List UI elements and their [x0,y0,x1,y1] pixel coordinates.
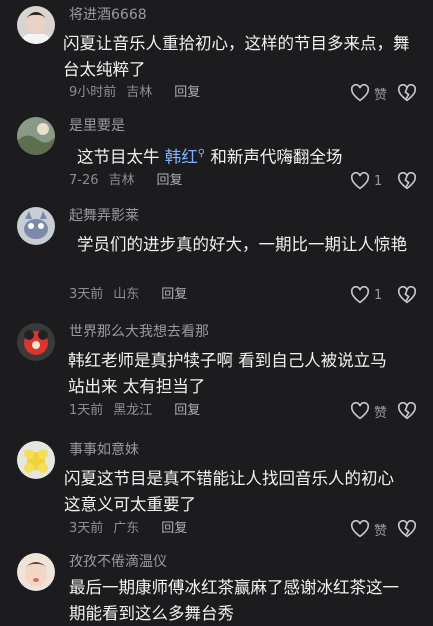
timestamp: 3天前 [69,287,104,302]
like-area: 赞 [350,401,417,421]
location: 吉林 [126,85,153,100]
reply-button[interactable]: 回复 [161,521,187,536]
comment-text: 闪夏让音乐人重拾初心，这样的节目多来点，舞台太纯粹了 [63,34,410,79]
timestamp: 1天前 [69,403,104,418]
comment-text: 最后一期康师傅冰红茶赢麻了感谢冰红茶这一期能看到这么多舞台秀 [69,578,399,623]
comment-item: 世界那么大我想去看那 韩红老师是真护犊子啊 看到自己人被说立马站出来 太有担当了… [0,323,433,423]
comment-text: 闪夏这节目是真不错能让人找回音乐人的初心这意义可太重要了 [64,469,394,514]
comment-feed: 将进酒6668 闪夏让音乐人重拾初心，这样的节目多来点，舞台太纯粹了 9小时前吉… [0,0,433,626]
timestamp: 9小时前 [69,85,117,100]
avatar-image [17,117,55,155]
timestamp: 7-26 [69,173,99,188]
location: 广东 [113,521,140,536]
heart-outline-icon[interactable] [350,84,370,102]
avatar[interactable] [17,323,55,361]
username[interactable]: 将进酒6668 [69,6,147,24]
username[interactable]: 起舞弄影莱 [69,207,139,225]
avatar[interactable] [17,6,55,44]
comment-meta: 3天前 山东 回复 [69,286,197,304]
reply-button[interactable]: 回复 [174,403,200,418]
broken-heart-icon[interactable] [397,84,417,102]
reply-button[interactable]: 回复 [157,173,183,188]
avatar[interactable] [17,441,55,479]
reply-button[interactable]: 回复 [161,287,187,302]
broken-heart-icon[interactable] [397,172,417,190]
avatar-image [17,441,55,479]
avatar[interactable] [17,553,55,591]
avatar[interactable] [17,207,55,245]
search-icon: ⚲ [197,148,206,159]
username[interactable]: 世界那么大我想去看那 [69,323,209,341]
heart-outline-icon[interactable] [350,402,370,420]
like-area: 赞 [350,83,417,103]
location: 黑龙江 [113,403,153,418]
comment-text-part: 这节目太牛 [77,147,165,167]
username[interactable]: 孜孜不倦滴温仪 [69,553,167,571]
avatar-image [17,553,55,591]
comment-item: 将进酒6668 闪夏让音乐人重拾初心，这样的节目多来点，舞台太纯粹了 9小时前吉… [0,6,433,106]
username[interactable]: 是里要是 [69,117,125,135]
like-area: 赞 [350,519,417,539]
comment-text-part: 和新声代嗨翻全场 [205,147,343,167]
comment-meta: 3天前 广东 回复 [69,520,197,538]
like-area: 1 [350,171,417,191]
like-area: 1 [350,285,417,305]
avatar-image [17,323,55,361]
location: 吉林 [108,173,135,188]
comment-meta: 1天前 黑龙江 回复 [69,402,210,420]
comment-meta: 9小时前 吉林 回复 [69,84,210,102]
reply-button[interactable]: 回复 [174,85,200,100]
comment-item: 孜孜不倦滴温仪 最后一期康师傅冰红茶赢麻了感谢冰红茶这一期能看到这么多舞台秀 [0,553,433,626]
avatar-image [17,6,55,44]
comment-text: 这节目太牛 韩红⚲ 和新声代嗨翻全场 [77,141,427,171]
broken-heart-icon[interactable] [397,520,417,538]
comment-meta: 7-26 吉林 回复 [69,172,193,190]
avatar[interactable] [17,117,55,155]
avatar-image [17,207,55,245]
mention-link[interactable]: 韩红 [165,148,198,167]
location: 山东 [113,287,140,302]
comment-item: 是里要是 这节目太牛 韩红⚲ 和新声代嗨翻全场 7-26 吉林 回复 1 [0,117,433,197]
broken-heart-icon[interactable] [397,286,417,304]
heart-outline-icon[interactable] [350,286,370,304]
comment-text: 学员们的进步真的好大，一期比一期让人惊艳 [77,235,407,254]
comment-item: 起舞弄影莱 学员们的进步真的好大，一期比一期让人惊艳 3天前 山东 回复 1 [0,207,433,307]
comment-text: 韩红老师是真护犊子啊 看到自己人被说立马站出来 太有担当了 [68,351,387,396]
comment-item: 事事如意妹 闪夏这节目是真不错能让人找回音乐人的初心这意义可太重要了 3天前 广东… [0,441,433,541]
heart-outline-icon[interactable] [350,172,370,190]
heart-outline-icon[interactable] [350,520,370,538]
timestamp: 3天前 [69,521,104,536]
username[interactable]: 事事如意妹 [69,441,139,459]
broken-heart-icon[interactable] [397,402,417,420]
